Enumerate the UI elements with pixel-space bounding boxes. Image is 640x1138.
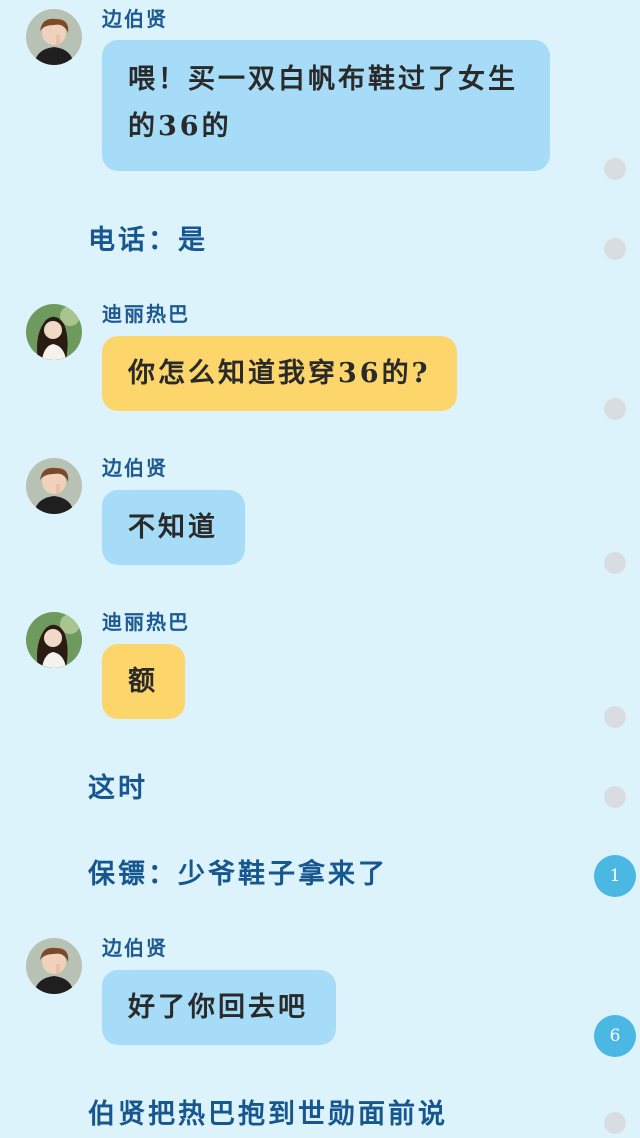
boy-avatar-icon[interactable] (26, 938, 82, 994)
comment-count-badge[interactable]: 6 (594, 1015, 636, 1057)
sender-name: 边伯贤 (102, 936, 168, 960)
message-bubble: 你怎么知道我穿36的? (102, 336, 457, 411)
message-bubble: 好了你回去吧 (102, 970, 336, 1045)
girl-avatar-icon[interactable] (26, 304, 82, 360)
comment-dot-icon[interactable] (604, 786, 626, 808)
narration-text: 保镖：少爷鞋子拿来了 (88, 859, 388, 890)
narration-text: 电话：是 (88, 225, 208, 256)
sender-name: 边伯贤 (102, 456, 168, 480)
boy-avatar-icon[interactable] (26, 458, 82, 514)
message-bubble: 不知道 (102, 490, 245, 565)
narration-text: 这时 (88, 773, 148, 804)
comment-dot-icon[interactable] (604, 238, 626, 260)
comment-dot-icon[interactable] (604, 706, 626, 728)
comment-dot-icon[interactable] (604, 1112, 626, 1134)
comment-dot-icon[interactable] (604, 552, 626, 574)
sender-name: 迪丽热巴 (102, 610, 190, 634)
sender-name: 迪丽热巴 (102, 302, 190, 326)
message-bubble: 喂！买一双白帆布鞋过了女生的36的 (102, 40, 550, 171)
narration-text: 伯贤把热巴抱到世勋面前说 (88, 1099, 448, 1130)
comment-dot-icon[interactable] (604, 398, 626, 420)
comment-dot-icon[interactable] (604, 158, 626, 180)
girl-avatar-icon[interactable] (26, 612, 82, 668)
sender-name: 边伯贤 (102, 7, 168, 31)
comment-count-badge[interactable]: 1 (594, 855, 636, 897)
boy-avatar-icon[interactable] (26, 9, 82, 65)
message-bubble: 额 (102, 644, 185, 719)
